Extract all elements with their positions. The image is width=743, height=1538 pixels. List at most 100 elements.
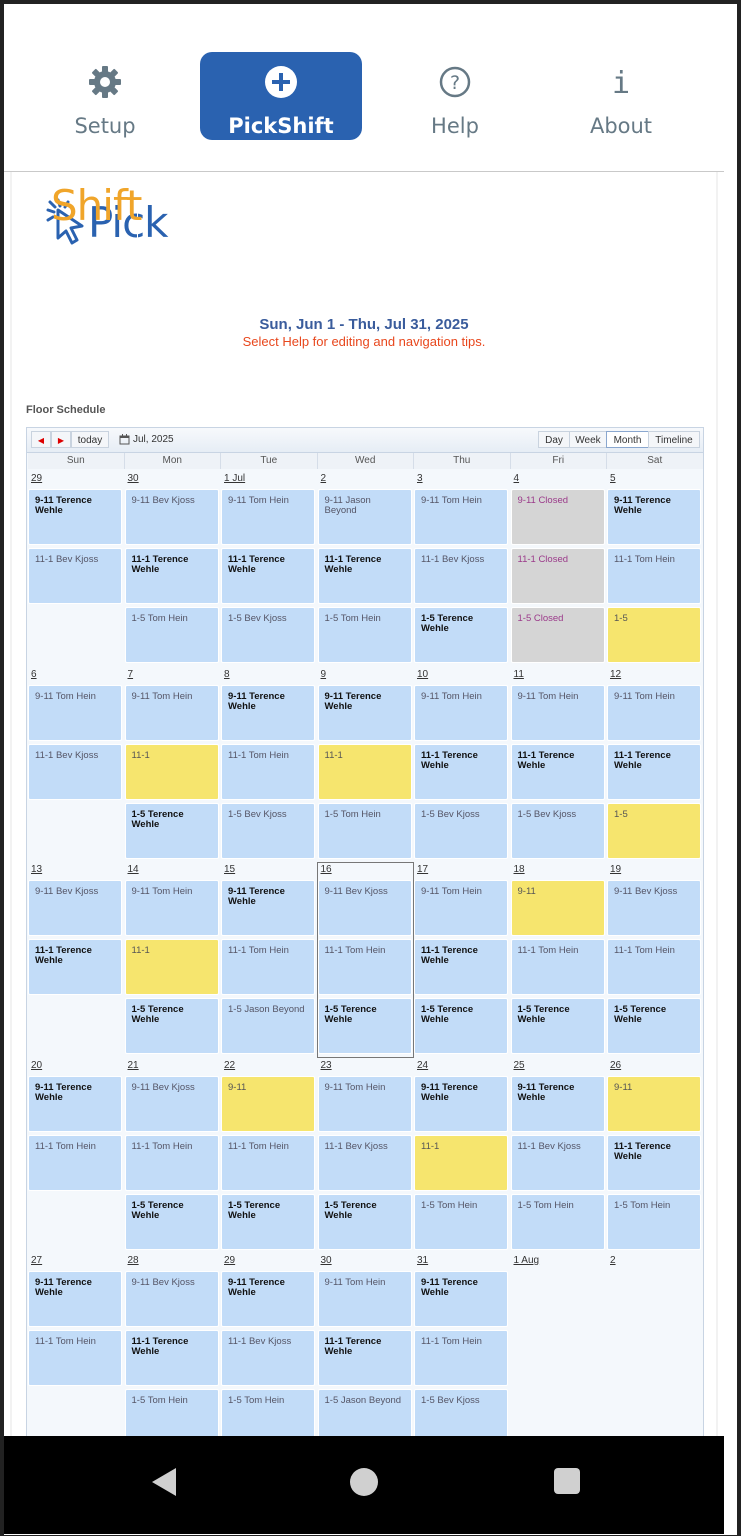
day-number[interactable]: 30 [128,473,139,484]
view-timeline-button[interactable]: Timeline [648,431,700,448]
shift-event[interactable]: 9-11 Bev Kjoss [124,489,219,545]
shift-event[interactable]: 1-5 Bev Kjoss [414,802,508,859]
shift-event[interactable]: 9-11 Terence Wehle [221,684,315,741]
back-triangle-icon[interactable] [148,1466,180,1498]
shift-event[interactable]: 1-5 Bev Kjoss [221,802,315,859]
shift-event[interactable]: 1-5 Closed [510,607,605,663]
shift-event[interactable]: 9-11 Tom Hein [510,684,605,741]
shift-event[interactable]: 1-5 Tom Hein [124,607,219,663]
shift-event[interactable]: 11-1 Tom Hein [28,1134,122,1191]
view-day-button[interactable]: Day [538,431,570,448]
day-number[interactable]: 8 [224,669,230,680]
shift-event[interactable]: 11-1 Closed [510,548,605,604]
shift-event[interactable]: 11-1 [124,939,219,995]
day-number[interactable]: 20 [31,1060,42,1071]
next-button[interactable]: ▶ [51,431,71,448]
shift-event[interactable]: 11-1 Terence Wehle [414,743,508,800]
shift-event[interactable]: 11-1 Tom Hein [221,1134,315,1191]
shift-event[interactable]: 1-5 Terence Wehle [317,998,412,1054]
shift-event[interactable]: 1-5 Bev Kjoss [221,607,315,663]
day-number[interactable]: 7 [128,669,134,680]
day-number[interactable]: 31 [417,1255,428,1266]
shift-event[interactable]: 11-1 Terence Wehle [124,1330,219,1386]
shift-event[interactable]: 11-1 Terence Wehle [607,743,701,800]
recents-square-icon[interactable] [552,1466,582,1496]
shift-event[interactable]: 11-1 [414,1134,508,1191]
shift-event[interactable]: 1-5 Tom Hein [510,1193,605,1250]
shift-event[interactable]: 11-1 Tom Hein [28,1330,122,1386]
day-number[interactable]: 6 [31,669,37,680]
day-number[interactable]: 27 [31,1255,42,1266]
shift-event[interactable]: 9-11 Tom Hein [124,880,219,936]
shift-event[interactable]: 1-5 Terence Wehle [317,1193,412,1250]
shift-event[interactable]: 9-11 Terence Wehle [28,1271,122,1327]
shift-event[interactable]: 9-11 Tom Hein [414,684,508,741]
view-week-button[interactable]: Week [569,431,607,448]
shift-event[interactable]: 1-5 Terence Wehle [221,1193,315,1250]
shift-event[interactable]: 9-11 Tom Hein [414,489,508,545]
shift-event[interactable]: 11-1 Tom Hein [221,939,315,995]
day-number[interactable]: 15 [224,864,235,875]
shift-event[interactable]: 9-11 Bev Kjoss [607,880,701,936]
shift-event[interactable]: 1-5 Terence Wehle [607,998,701,1054]
nav-setup[interactable]: Setup [24,52,186,140]
day-number[interactable]: 12 [610,669,621,680]
shift-event[interactable]: 1-5 Bev Kjoss [414,1389,508,1440]
shift-event[interactable]: 9-11 Bev Kjoss [317,880,412,936]
day-number[interactable]: 1 Aug [514,1255,540,1266]
shift-event[interactable]: 11-1 Bev Kjoss [317,1134,412,1191]
day-number[interactable]: 21 [128,1060,139,1071]
shift-event[interactable]: 11-1 Bev Kjoss [221,1330,315,1386]
shift-event[interactable]: 9-11 Tom Hein [28,684,122,741]
day-number[interactable]: 30 [321,1255,332,1266]
day-number[interactable]: 1 Jul [224,473,245,484]
shift-event[interactable]: 9-11 Closed [510,489,605,545]
shift-event[interactable]: 9-11 Tom Hein [124,684,219,741]
view-month-button[interactable]: Month [606,431,649,448]
day-number[interactable]: 17 [417,864,428,875]
day-number[interactable]: 3 [417,473,423,484]
nav-pickshift[interactable]: PickShift [200,52,362,140]
shift-event[interactable]: 1-5 Jason Beyond [221,998,315,1054]
shift-event[interactable]: 9-11 Jason Beyond [317,489,412,545]
shift-event[interactable]: 9-11 Bev Kjoss [124,1075,219,1132]
shift-event[interactable]: 1-5 Tom Hein [317,607,412,663]
shift-event[interactable]: 9-11 Bev Kjoss [124,1271,219,1327]
shift-event[interactable]: 1-5 Tom Hein [221,1389,315,1440]
shift-event[interactable]: 9-11 [221,1075,315,1132]
shift-event[interactable]: 1-5 Terence Wehle [124,998,219,1054]
today-button[interactable]: today [71,431,109,448]
day-number[interactable]: 25 [514,1060,525,1071]
shift-event[interactable]: 11-1 Bev Kjoss [28,548,122,604]
day-number[interactable]: 24 [417,1060,428,1071]
shift-event[interactable]: 11-1 Bev Kjoss [414,548,508,604]
shift-event[interactable]: 1-5 Tom Hein [414,1193,508,1250]
day-number[interactable]: 2 [321,473,327,484]
shift-event[interactable]: 11-1 Terence Wehle [28,939,122,995]
shift-event[interactable]: 11-1 Terence Wehle [414,939,508,995]
shift-event[interactable]: 9-11 Tom Hein [221,489,315,545]
shift-event[interactable]: 11-1 Terence Wehle [510,743,605,800]
home-circle-icon[interactable] [348,1466,380,1498]
nav-help[interactable]: ? Help [374,52,536,140]
day-number[interactable]: 4 [514,473,520,484]
shift-event[interactable]: 9-11 Tom Hein [317,1271,412,1327]
shift-event[interactable]: 1-5 [607,802,701,859]
shift-event[interactable]: 11-1 Bev Kjoss [28,743,122,800]
shift-event[interactable]: 9-11 Bev Kjoss [28,880,122,936]
day-number[interactable]: 9 [321,669,327,680]
shift-event[interactable]: 1-5 Tom Hein [317,802,412,859]
shift-event[interactable]: 9-11 Terence Wehle [28,489,122,545]
day-number[interactable]: 2 [610,1255,616,1266]
shift-event[interactable]: 9-11 Terence Wehle [317,684,412,741]
shift-event[interactable]: 11-1 Terence Wehle [317,548,412,604]
shift-event[interactable]: 11-1 Bev Kjoss [510,1134,605,1191]
shift-event[interactable]: 9-11 Terence Wehle [28,1075,122,1132]
shift-event[interactable]: 1-5 Terence Wehle [124,802,219,859]
shift-event[interactable]: 9-11 [510,880,605,936]
shift-event[interactable]: 1-5 [607,607,701,663]
day-number[interactable]: 28 [128,1255,139,1266]
day-number[interactable]: 23 [321,1060,332,1071]
day-number[interactable]: 5 [610,473,616,484]
shift-event[interactable]: 9-11 Tom Hein [414,880,508,936]
